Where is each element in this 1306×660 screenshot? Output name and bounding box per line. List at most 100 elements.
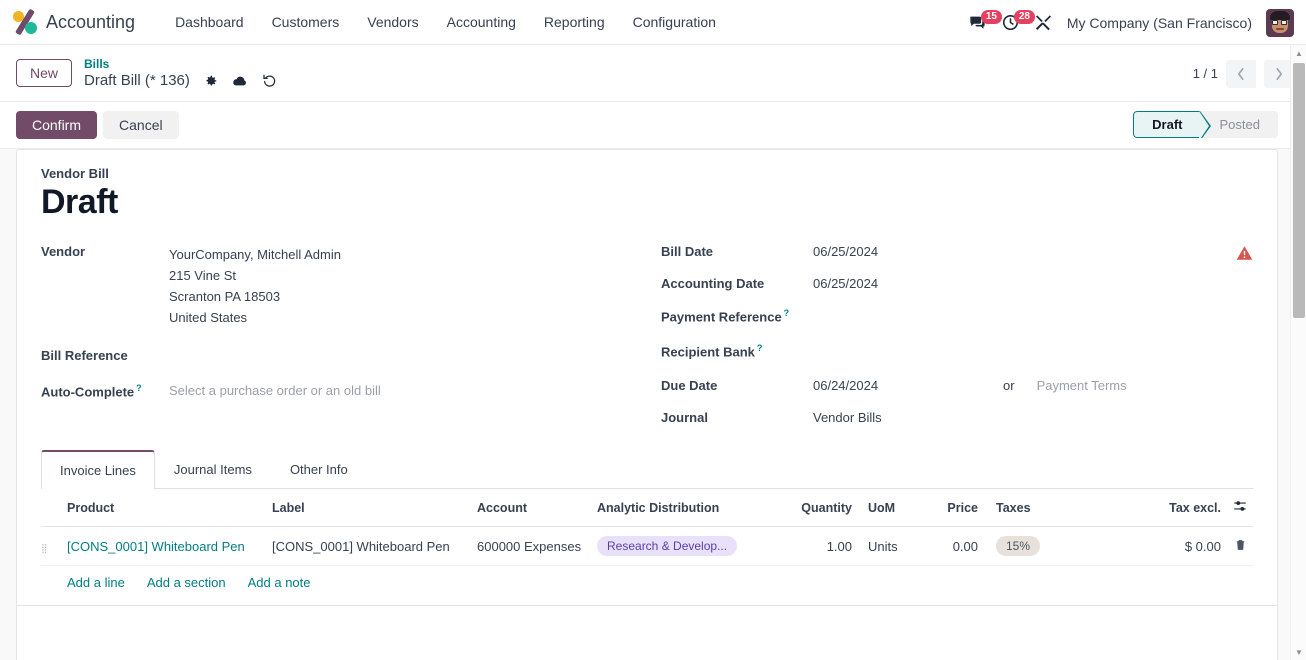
column-tax-excl[interactable]: Tax excl. (1134, 489, 1227, 527)
sliders-icon (1233, 501, 1247, 516)
column-price[interactable]: Price (924, 489, 984, 527)
vendor-street: 215 Vine St (169, 268, 236, 283)
menu-item-customers[interactable]: Customers (258, 8, 354, 36)
tax-tag[interactable]: 15% (996, 536, 1041, 556)
form-sheet: Vendor Bill Draft Vendor YourCompany, Mi… (16, 149, 1278, 660)
scrollbar-thumb[interactable] (1293, 63, 1305, 318)
add-a-line-link[interactable]: Add a line (67, 575, 125, 590)
optional-columns-button[interactable] (1227, 489, 1253, 527)
pager-previous-button[interactable] (1226, 59, 1256, 88)
messages-button[interactable]: 15 (968, 10, 1002, 32)
invoice-lines-table: Product Label Account Analytic Distribut… (41, 489, 1253, 566)
tab-journal-items[interactable]: Journal Items (155, 450, 271, 489)
column-analytic-distribution[interactable]: Analytic Distribution (591, 489, 786, 527)
user-avatar[interactable] (1266, 8, 1294, 37)
undo-icon[interactable] (262, 73, 277, 88)
field-due-date-input[interactable]: 06/24/2024 (813, 378, 1003, 393)
wrench-icon (1035, 15, 1051, 31)
cell-quantity[interactable]: 1.00 (786, 526, 858, 566)
field-vendor-value[interactable]: YourCompany, Mitchell Admin 215 Vine St … (169, 244, 341, 328)
field-vendor-label: Vendor (41, 244, 86, 259)
cell-account[interactable]: 600000 Expenses (471, 526, 591, 566)
column-account[interactable]: Account (471, 489, 591, 527)
menu-item-configuration[interactable]: Configuration (619, 8, 730, 36)
pager: 1 / 1 (1193, 45, 1294, 102)
status-badge: Draft Posted (1133, 111, 1278, 138)
analytic-tag[interactable]: Research & Develop... (597, 536, 738, 556)
vertical-scrollbar[interactable]: ▲ ▼ (1290, 45, 1306, 660)
help-icon[interactable]: ? (757, 343, 763, 353)
cell-taxes[interactable]: 15% (984, 526, 1134, 566)
field-bill-reference-input[interactable] (169, 348, 409, 366)
field-bill-date-label: Bill Date (661, 244, 714, 259)
field-payment-terms-input[interactable]: Payment Terms (1037, 378, 1227, 393)
column-taxes[interactable]: Taxes (984, 489, 1134, 527)
activities-count-badge: 28 (1013, 10, 1035, 24)
table-row[interactable]: ⣿ [CONS_0001] Whiteboard Pen [CONS_0001]… (41, 526, 1253, 566)
page-title: Draft (41, 183, 118, 221)
field-journal-input[interactable]: Vendor Bills (813, 410, 882, 425)
top-navbar: Accounting Dashboard Customers Vendors A… (0, 0, 1306, 45)
tab-invoice-lines[interactable]: Invoice Lines (41, 450, 155, 489)
vendor-country: United States (169, 310, 248, 325)
cell-product[interactable]: [CONS_0001] Whiteboard Pen (61, 526, 266, 566)
document-type-label: Vendor Bill (41, 166, 109, 181)
column-product[interactable]: Product (61, 489, 266, 527)
cell-uom[interactable]: Units (858, 526, 924, 566)
cloud-upload-icon[interactable] (232, 74, 248, 88)
activities-button[interactable]: 28 (1001, 10, 1035, 32)
navbar-right-tools: 15 28 My Company (San Francisco) (968, 0, 1294, 45)
menu-item-reporting[interactable]: Reporting (530, 8, 619, 36)
menu-item-vendors[interactable]: Vendors (353, 8, 432, 36)
field-accounting-date-input[interactable]: 06/25/2024 (813, 276, 878, 291)
drag-handle-icon: ⣿ (41, 542, 49, 553)
gear-icon[interactable] (204, 74, 218, 88)
menu-item-accounting[interactable]: Accounting (433, 8, 530, 36)
field-payment-reference-input[interactable] (813, 308, 1013, 326)
cancel-button[interactable]: Cancel (103, 111, 179, 139)
field-bill-reference-label: Bill Reference (41, 348, 128, 363)
sheet-wrapper: Vendor Bill Draft Vendor YourCompany, Mi… (0, 149, 1306, 660)
company-switcher[interactable]: My Company (San Francisco) (1067, 15, 1252, 31)
field-auto-complete-input[interactable]: Select a purchase order or an old bill (169, 383, 381, 398)
app-name[interactable]: Accounting (46, 12, 135, 33)
confirm-button[interactable]: Confirm (16, 111, 98, 139)
help-icon[interactable]: ? (784, 308, 790, 318)
help-icon[interactable]: ? (136, 383, 142, 393)
status-step-posted[interactable]: Posted (1200, 111, 1278, 138)
column-label[interactable]: Label (266, 489, 471, 527)
cell-label[interactable]: [CONS_0001] Whiteboard Pen (266, 526, 471, 566)
field-accounting-date: Accounting Date 06/25/2024 (661, 276, 1253, 291)
menu-item-dashboard[interactable]: Dashboard (161, 8, 258, 36)
warning-triangle-icon[interactable] (1236, 245, 1253, 264)
field-bill-reference: Bill Reference (41, 348, 661, 366)
form-column-left: Vendor YourCompany, Mitchell Admin 215 V… (41, 244, 661, 442)
delete-line-button[interactable] (1227, 526, 1253, 566)
recipient-bank-text: Recipient Bank (661, 344, 755, 360)
field-bill-date-input[interactable]: 06/25/2024 (813, 244, 878, 259)
breadcrumb-item-bills[interactable]: Bills (84, 57, 277, 72)
tab-other-info[interactable]: Other Info (271, 450, 367, 489)
record-title: Draft Bill (* 136) (84, 71, 190, 89)
scroll-up-button[interactable]: ▲ (1291, 45, 1306, 61)
cell-analytic-distribution[interactable]: Research & Develop... (591, 526, 786, 566)
product-link[interactable]: [CONS_0001] Whiteboard Pen (67, 539, 245, 554)
vendor-name: YourCompany, Mitchell Admin (169, 247, 341, 262)
column-uom[interactable]: UoM (858, 489, 924, 527)
form-column-right: Bill Date 06/25/2024 Accounting Date 06/… (661, 244, 1253, 442)
scroll-down-button[interactable]: ▼ (1291, 644, 1306, 660)
new-button[interactable]: New (16, 59, 73, 87)
add-a-section-link[interactable]: Add a section (147, 575, 226, 590)
row-drag-handle[interactable]: ⣿ (41, 526, 61, 566)
field-recipient-bank-input[interactable] (813, 343, 1013, 361)
table-header: Product Label Account Analytic Distribut… (41, 489, 1253, 527)
field-payment-reference-label: Payment Reference? (661, 308, 813, 324)
debug-tools-button[interactable] (1034, 13, 1053, 32)
table-header-row: Product Label Account Analytic Distribut… (41, 489, 1253, 527)
add-a-note-link[interactable]: Add a note (248, 575, 311, 590)
cell-price[interactable]: 0.00 (924, 526, 984, 566)
status-step-draft[interactable]: Draft (1133, 111, 1211, 138)
trash-icon (1236, 539, 1245, 550)
odoo-logo-icon[interactable] (10, 7, 40, 37)
column-quantity[interactable]: Quantity (786, 489, 858, 527)
